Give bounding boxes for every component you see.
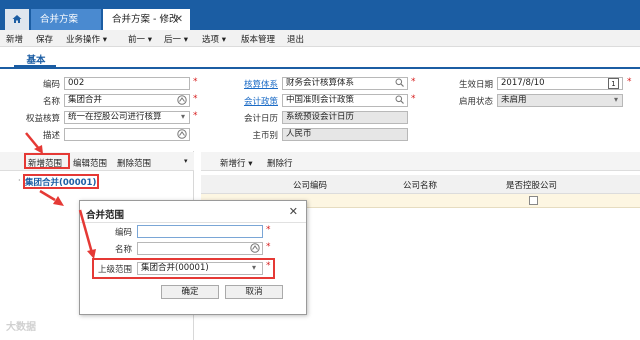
watermark-text: 大数据: [6, 322, 36, 333]
annotation-arrows: [25, 132, 96, 259]
